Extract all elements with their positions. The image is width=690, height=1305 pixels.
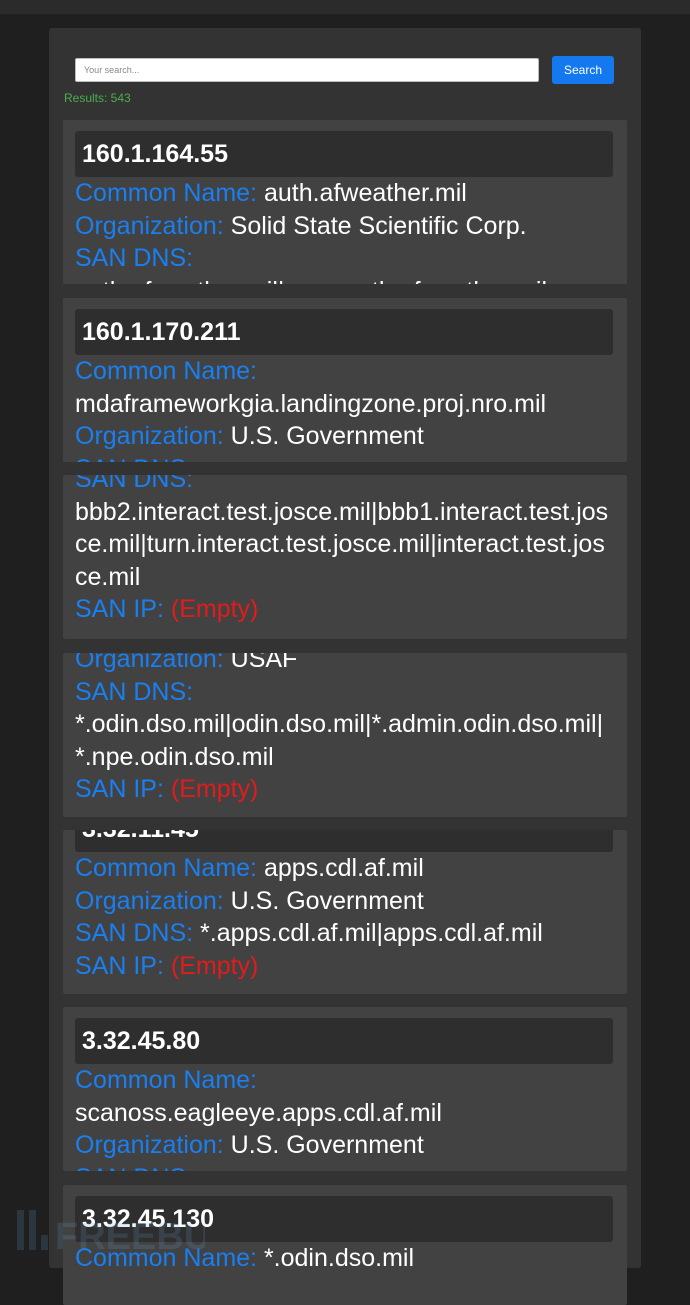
- san-dns-value: auth.afweather.mil|www.auth.afweather.mi…: [75, 275, 613, 285]
- common-name-label: Common Name:: [75, 179, 257, 207]
- organization-value: U.S. Government: [230, 886, 424, 915]
- san-ip-empty: (Empty): [170, 595, 259, 623]
- organization-value: U.S. Government: [230, 1131, 424, 1159]
- san-dns-value: *.apps.cdl.af.mil|apps.cdl.af.mil: [200, 919, 543, 947]
- san-dns-label: SAN DNS:: [75, 475, 194, 493]
- search-input[interactable]: [75, 58, 539, 82]
- san-dns-value: *.odin.dso.mil|odin.dso.mil|*.admin.odin…: [75, 710, 604, 771]
- san-dns-value: bbb2.interact.test.josce.mil|bbb1.intera…: [75, 497, 609, 591]
- results-count: Results: 543: [64, 91, 131, 105]
- san-dns-label: SAN DNS:: [75, 455, 193, 463]
- ip-address: 3.32.11.45: [75, 830, 613, 852]
- ip-address: 3.32.45.80: [75, 1018, 613, 1064]
- san-ip-empty: (Empty): [170, 951, 259, 980]
- result-card[interactable]: SAN DNS: bbb2.interact.test.josce.mil|bb…: [63, 475, 627, 639]
- organization-label: Organization:: [75, 653, 224, 673]
- search-button[interactable]: Search: [552, 56, 614, 84]
- result-card[interactable]: 3.32.11.45 Common Name: apps.cdl.af.mil …: [63, 830, 627, 994]
- san-ip-label: SAN IP:: [75, 595, 164, 623]
- ip-address: 160.1.164.55: [75, 131, 613, 177]
- common-name-value: auth.afweather.mil: [263, 179, 467, 207]
- common-name-value: *.odin.dso.mil: [263, 1244, 415, 1272]
- san-ip-label: SAN IP:: [75, 951, 164, 980]
- freebuf-watermark-logo: FREEBUF: [17, 1210, 205, 1258]
- result-card[interactable]: 160.1.170.211 Common Name: mdaframeworkg…: [63, 298, 627, 462]
- organization-label: Organization:: [75, 422, 224, 450]
- ip-address: 160.1.170.211: [75, 309, 613, 355]
- san-dns-label: SAN DNS:: [75, 1164, 193, 1172]
- organization-value: Solid State Scientific Corp.: [230, 211, 527, 240]
- san-dns-label: SAN DNS:: [75, 244, 194, 272]
- san-dns-label: SAN DNS:: [75, 677, 194, 706]
- result-card[interactable]: Organization: USAF SAN DNS: *.odin.dso.m…: [63, 653, 627, 817]
- results-panel: Search Results: 543 160.1.164.55 Common …: [49, 28, 641, 1305]
- organization-value: USAF: [230, 653, 298, 673]
- common-name-value: apps.cdl.af.mil: [263, 854, 424, 882]
- san-ip-label: SAN IP:: [75, 775, 164, 803]
- result-card[interactable]: 3.32.45.80 Common Name: scanoss.eagleeye…: [63, 1007, 627, 1171]
- result-card[interactable]: 160.1.164.55 Common Name: auth.afweather…: [63, 120, 627, 284]
- organization-label: Organization:: [75, 886, 224, 915]
- san-ip-empty: (Empty): [170, 775, 259, 803]
- common-name-label: Common Name:: [75, 357, 257, 385]
- common-name-value: scanoss.eagleeye.apps.cdl.af.mil: [75, 1098, 442, 1127]
- organization-label: Organization:: [75, 211, 224, 240]
- san-dns-label: SAN DNS:: [75, 919, 194, 947]
- organization-value: U.S. Government: [230, 422, 424, 450]
- top-bar: [0, 0, 690, 14]
- common-name-value: mdaframeworkgia.landingzone.proj.nro.mil: [75, 389, 547, 418]
- organization-label: Organization:: [75, 1131, 224, 1159]
- watermark-text: FREEBUF: [55, 1216, 205, 1258]
- common-name-label: Common Name:: [75, 1066, 257, 1094]
- common-name-label: Common Name:: [75, 854, 257, 882]
